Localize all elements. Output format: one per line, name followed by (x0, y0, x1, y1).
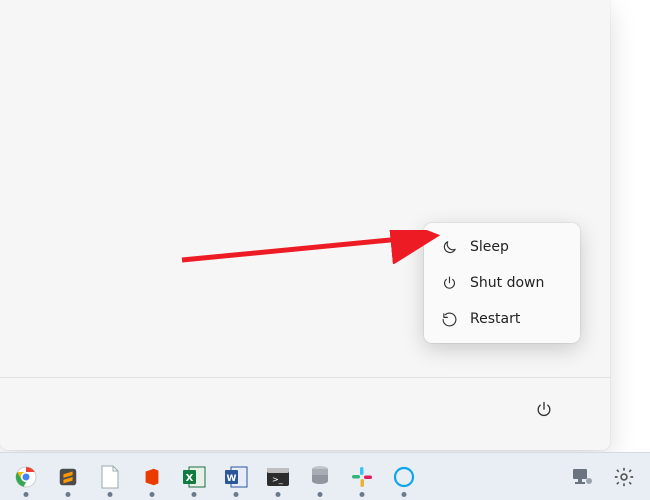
svg-text:W: W (227, 474, 237, 484)
power-icon (534, 400, 554, 424)
power-icon (440, 274, 458, 292)
power-button[interactable] (526, 394, 562, 430)
menu-item-label: Restart (470, 311, 520, 327)
sublime-icon[interactable] (54, 463, 82, 491)
device-icon[interactable] (568, 463, 596, 491)
menu-item-restart[interactable]: Restart (428, 301, 576, 337)
settings-icon[interactable] (610, 463, 638, 491)
file-icon[interactable] (96, 463, 124, 491)
menu-item-label: Shut down (470, 275, 544, 291)
svg-text:>_: >_ (272, 475, 284, 484)
taskbar: X W >_ (0, 452, 650, 500)
menu-item-label: Sleep (470, 239, 509, 255)
panel-divider (0, 377, 610, 378)
cortana-icon[interactable] (390, 463, 418, 491)
restart-icon (440, 310, 458, 328)
moon-icon (440, 238, 458, 256)
desktop-area: Sleep Shut down Restart (0, 0, 650, 500)
word-icon[interactable]: W (222, 463, 250, 491)
svg-text:X: X (186, 473, 194, 484)
slack-icon[interactable] (348, 463, 376, 491)
database-icon[interactable] (306, 463, 334, 491)
excel-icon[interactable]: X (180, 463, 208, 491)
menu-item-sleep[interactable]: Sleep (428, 229, 576, 265)
chrome-icon[interactable] (12, 463, 40, 491)
power-menu: Sleep Shut down Restart (424, 223, 580, 343)
office-icon[interactable] (138, 463, 166, 491)
terminal-icon[interactable]: >_ (264, 463, 292, 491)
menu-item-shutdown[interactable]: Shut down (428, 265, 576, 301)
